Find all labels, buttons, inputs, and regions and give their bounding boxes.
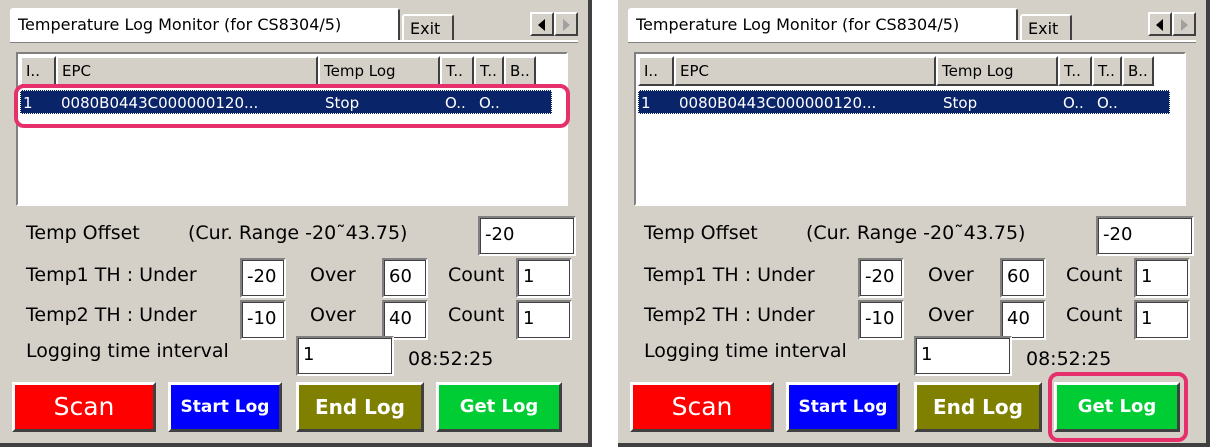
tab-temperature-log-monitor[interactable]: Temperature Log Monitor (for CS8304/5) [628,8,1018,40]
tab-temperature-log-monitor[interactable]: Temperature Log Monitor (for CS8304/5) [10,8,400,40]
screenshot-panel-left: Temperature Log Monitor (for CS8304/5) E… [0,0,592,447]
tag-list[interactable]: I.. EPC Temp Log T.. T.. B.. 1 0080B0443… [634,52,1186,206]
cell-index: 1 [641,94,651,112]
tab-exit[interactable]: Exit [402,14,454,42]
temp1-over-input[interactable]: 60 [382,258,428,298]
highlight-get-log-button [1048,372,1188,442]
temp1-count-input[interactable]: 1 [516,258,572,298]
tag-list[interactable]: I.. EPC Temp Log T.. T.. B.. 1 0080B0443… [16,52,568,206]
column-header-temp1[interactable]: T.. [1058,56,1092,86]
arrow-left-icon [1156,19,1163,31]
cell-temp2: O.. [1097,94,1118,112]
temp2-label: Temp2 TH : Under [644,304,815,326]
tab-scroll-right-button[interactable] [554,12,578,36]
arrow-right-icon [563,19,570,31]
temp2-over-input[interactable]: 40 [1000,300,1046,340]
temp2-over-input[interactable]: 40 [382,300,428,340]
end-log-button[interactable]: End Log [296,382,424,432]
tab-scroll-left-button[interactable] [1148,12,1172,36]
cell-temp1: O.. [1063,94,1084,112]
range-label: (Cur. Range -20˜43.75) [806,222,1026,244]
temp2-count-label: Count [1066,304,1123,326]
get-log-button[interactable]: Get Log [436,382,562,432]
tab-scroll-right-button[interactable] [1172,12,1196,36]
clock-label: 08:52:25 [408,348,494,370]
column-header-temp2[interactable]: T.. [474,56,504,86]
column-header-epc[interactable]: EPC [674,56,936,86]
scan-button[interactable]: Scan [630,382,774,432]
column-header-index[interactable]: I.. [638,56,674,86]
column-header-temp-log[interactable]: Temp Log [936,56,1058,86]
temp-offset-label: Temp Offset [644,222,758,244]
temp1-under-input[interactable]: -20 [240,258,286,298]
column-header-temp-log[interactable]: Temp Log [318,56,440,86]
arrow-left-icon [538,19,545,31]
temp2-count-label: Count [448,304,505,326]
start-log-button[interactable]: Start Log [168,382,282,432]
temp2-label: Temp2 TH : Under [26,304,197,326]
table-row[interactable]: 1 0080B0443C000000120... Stop O.. O.. [638,90,1170,114]
clock-label: 08:52:25 [1026,348,1112,370]
panel-edge-right [588,0,592,447]
temp1-label: Temp1 TH : Under [644,264,815,286]
tab-scroll-left-button[interactable] [530,12,554,36]
column-header-epc[interactable]: EPC [56,56,318,86]
column-header-temp1[interactable]: T.. [440,56,474,86]
highlight-list-row [14,84,570,128]
temp2-count-input[interactable]: 1 [516,300,572,340]
panel-edge-bottom [618,443,1210,447]
column-header-temp2[interactable]: T.. [1092,56,1122,86]
tab-divider-shadow [10,42,578,43]
interval-input[interactable]: 1 [296,336,394,376]
range-label: (Cur. Range -20˜43.75) [188,222,408,244]
column-header-b[interactable]: B.. [504,56,536,86]
temp2-under-input[interactable]: -10 [858,300,904,340]
interval-input[interactable]: 1 [914,336,1012,376]
list-header: I.. EPC Temp Log T.. T.. B.. [638,56,1182,86]
tab-scroll-arrows [1148,12,1196,36]
interval-label: Logging time interval [26,340,229,362]
start-log-button[interactable]: Start Log [786,382,900,432]
list-header: I.. EPC Temp Log T.. T.. B.. [20,56,564,86]
column-header-index[interactable]: I.. [20,56,56,86]
cell-epc: 0080B0443C000000120... [679,94,877,112]
panel-edge-bottom [0,443,592,447]
temp1-count-label: Count [448,264,505,286]
scan-button[interactable]: Scan [12,382,156,432]
tab-exit[interactable]: Exit [1020,14,1072,42]
column-header-b[interactable]: B.. [1122,56,1154,86]
temp-offset-input[interactable]: -20 [1096,216,1194,256]
screenshot-panel-right: Temperature Log Monitor (for CS8304/5) E… [618,0,1210,447]
temp1-count-label: Count [1066,264,1123,286]
temp2-under-input[interactable]: -10 [240,300,286,340]
temp1-count-input[interactable]: 1 [1134,258,1190,298]
arrow-right-icon [1181,19,1188,31]
temp1-under-input[interactable]: -20 [858,258,904,298]
temp2-over-label: Over [310,304,356,326]
interval-label: Logging time interval [644,340,847,362]
temp1-over-label: Over [928,264,974,286]
tab-scroll-arrows [530,12,578,36]
temp2-count-input[interactable]: 1 [1134,300,1190,340]
panel-edge-right [1206,0,1210,447]
temp1-over-label: Over [310,264,356,286]
temp1-over-input[interactable]: 60 [1000,258,1046,298]
temp-offset-input[interactable]: -20 [478,216,576,256]
tab-divider-shadow [628,42,1196,43]
temp-offset-label: Temp Offset [26,222,140,244]
end-log-button[interactable]: End Log [914,382,1042,432]
cell-temp-log: Stop [943,94,978,112]
temp1-label: Temp1 TH : Under [26,264,197,286]
temp2-over-label: Over [928,304,974,326]
